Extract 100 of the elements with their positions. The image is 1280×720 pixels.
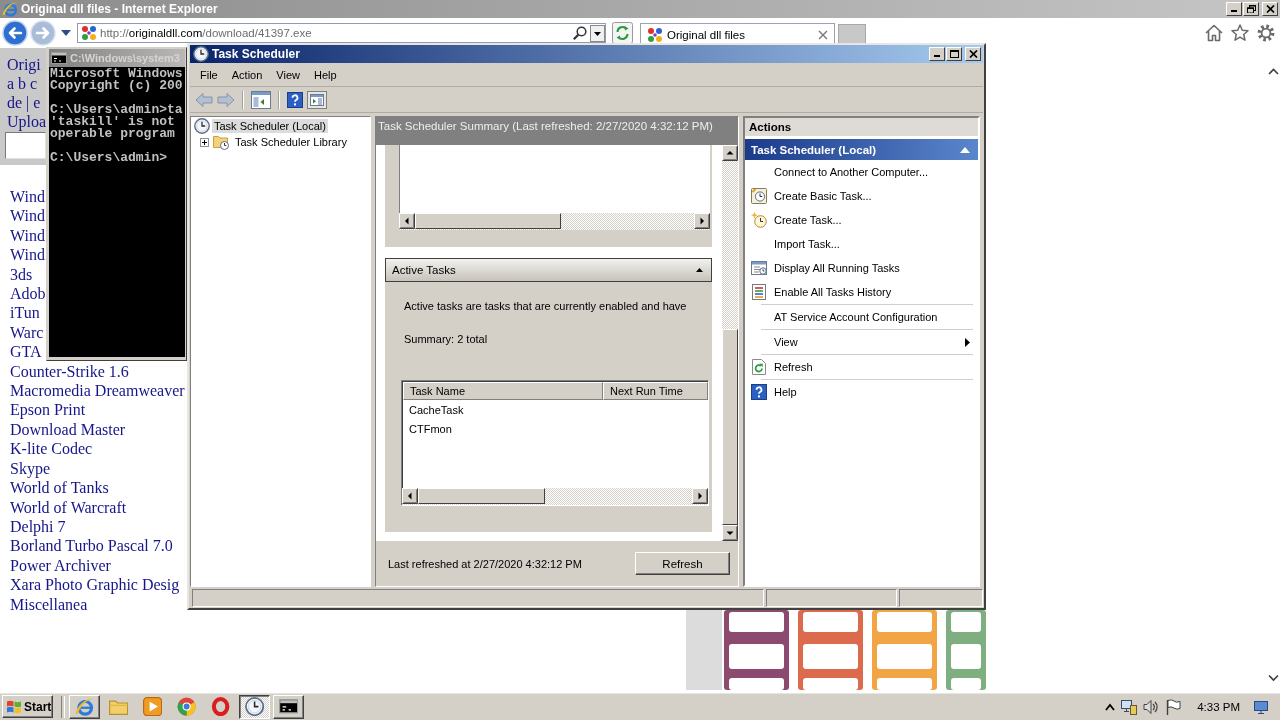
round-logo-icon[interactable] — [176, 696, 197, 717]
page-link[interactable]: Macromedia Dreamweaver — [10, 381, 185, 401]
close-icon[interactable] — [818, 30, 828, 40]
tree-item[interactable]: Task Scheduler (Local) — [212, 119, 328, 133]
page-link[interactable]: Adob — [10, 284, 46, 304]
scroll-left-icon[interactable] — [399, 213, 415, 229]
section-header[interactable]: Active Tasks — [385, 258, 712, 282]
search-icon[interactable] — [573, 26, 587, 40]
column-header[interactable]: Task Name — [403, 382, 603, 400]
caret-icon[interactable] — [61, 30, 71, 36]
page-link[interactable]: Uploa — [7, 112, 47, 131]
scroll-right-icon[interactable] — [694, 213, 710, 229]
scroll-up-icon[interactable] — [1267, 68, 1279, 76]
chevron-up-icon[interactable] — [1105, 702, 1116, 711]
play-icon[interactable] — [142, 696, 163, 717]
page-link[interactable]: Borland Turbo Pascal 7.0 — [10, 536, 173, 556]
command-link[interactable]: Help — [745, 380, 978, 404]
column-header[interactable]: Next Run Time — [603, 382, 708, 400]
summary-text: Summary: 2 total — [404, 333, 488, 345]
input-field[interactable] — [5, 132, 46, 159]
vertical-scrollbar[interactable] — [722, 145, 738, 541]
menu-item[interactable]: File — [193, 67, 225, 83]
page-link[interactable]: Delphi 7 — [10, 516, 66, 537]
scroll-thumb[interactable] — [418, 488, 545, 504]
scroll-up-icon[interactable] — [722, 145, 738, 161]
maximize-button[interactable] — [946, 47, 962, 61]
page-link[interactable]: a b c — [7, 74, 38, 93]
scroll-thumb[interactable] — [722, 329, 738, 525]
refresh-icon[interactable] — [612, 22, 633, 44]
scroll-down-icon[interactable] — [1267, 674, 1279, 682]
close-button[interactable] — [1262, 2, 1278, 16]
flag-icon[interactable] — [1165, 698, 1182, 715]
page-link[interactable]: Epson Print — [10, 400, 86, 420]
page-link[interactable]: GTA — [10, 342, 42, 362]
minimize-button[interactable] — [929, 47, 945, 61]
tree-item[interactable]: Task Scheduler Library — [233, 135, 349, 149]
page-link[interactable]: World of Warcraft — [10, 497, 127, 517]
page-link[interactable]: iTun — [10, 303, 40, 323]
command-link[interactable]: Enable All Tasks History — [745, 280, 978, 304]
page-link[interactable]: World of Tanks — [10, 478, 109, 498]
speaker-icon[interactable] — [1143, 698, 1160, 715]
restore-button[interactable] — [1243, 2, 1259, 16]
page-link[interactable]: 3ds — [10, 264, 33, 285]
command-link[interactable]: AT Service Account Configuration — [745, 305, 978, 329]
page-link[interactable]: Miscellanea — [10, 594, 88, 614]
plus-box-icon[interactable] — [200, 137, 209, 147]
page-link[interactable]: Skype — [10, 458, 50, 479]
ring-logo-icon[interactable] — [210, 696, 231, 717]
scroll-left-icon[interactable] — [402, 488, 418, 504]
page-link[interactable]: de | e — [7, 93, 41, 112]
command-link[interactable]: View — [745, 330, 978, 354]
close-icon — [1265, 5, 1275, 13]
page-link[interactable]: Counter-Strike 1.6 — [10, 361, 129, 382]
command-link[interactable]: Connect to Another Computer... — [745, 160, 978, 184]
start-button[interactable]: Start — [2, 695, 53, 718]
page-link[interactable]: Wind — [10, 187, 45, 207]
command-link[interactable]: Refresh — [745, 355, 978, 379]
star-icon[interactable] — [1231, 24, 1249, 42]
page-link[interactable]: Wind — [10, 225, 45, 246]
menu-item[interactable]: View — [269, 67, 307, 83]
scroll-right-icon[interactable] — [692, 488, 708, 504]
page-link[interactable]: Xara Photo Graphic Desig — [10, 575, 180, 595]
settings-icon[interactable] — [1257, 24, 1275, 42]
command-link[interactable]: Create Basic Task... — [745, 184, 978, 208]
command-link[interactable]: Create Task... — [745, 208, 978, 232]
menu-item[interactable]: Action — [224, 67, 270, 83]
horizontal-scrollbar[interactable] — [402, 488, 708, 505]
back-icon[interactable] — [2, 20, 28, 46]
scroll-thumb[interactable] — [415, 213, 561, 229]
clock-icon[interactable] — [244, 696, 265, 717]
home-icon[interactable] — [1205, 24, 1223, 42]
close-button[interactable] — [965, 47, 981, 61]
page-link[interactable]: Wind — [10, 245, 45, 265]
show-desktop-icon[interactable] — [1254, 699, 1268, 714]
tree-pane-icon[interactable] — [251, 90, 271, 109]
address-field[interactable]: http://originaldll.com/download/41397.exe — [77, 23, 606, 43]
page-link[interactable]: Warc — [10, 322, 44, 343]
network-icon[interactable] — [1121, 698, 1138, 715]
section-header[interactable]: Task Scheduler (Local) — [745, 139, 978, 160]
page-link[interactable]: Wind — [10, 206, 45, 226]
dropdown-icon[interactable] — [590, 24, 605, 42]
console-icon[interactable] — [278, 699, 299, 714]
page-link[interactable]: K-lite Codec — [10, 439, 93, 459]
menu-item[interactable]: Help — [306, 67, 344, 83]
collapse-arrow-icon[interactable] — [696, 268, 703, 272]
minimize-button[interactable] — [1226, 2, 1242, 16]
scroll-down-icon[interactable] — [722, 525, 738, 541]
page-link[interactable]: Origi — [7, 55, 41, 74]
page-link[interactable]: Power Archiver — [10, 555, 111, 576]
refresh-button[interactable]: Refresh — [635, 552, 730, 575]
command-link[interactable]: Import Task... — [745, 232, 978, 256]
submenu-arrow-icon — [965, 337, 970, 347]
log-list-icon — [751, 284, 767, 300]
horizontal-scrollbar[interactable] — [399, 213, 710, 230]
help-icon[interactable] — [287, 91, 303, 108]
taskbar-button[interactable] — [239, 694, 270, 719]
page-link[interactable]: Download Master — [10, 419, 126, 440]
action-pane-icon[interactable] — [307, 90, 327, 109]
clock-text[interactable]: 4:33 PM — [1197, 700, 1240, 713]
command-link[interactable]: Display All Running Tasks — [745, 256, 978, 280]
